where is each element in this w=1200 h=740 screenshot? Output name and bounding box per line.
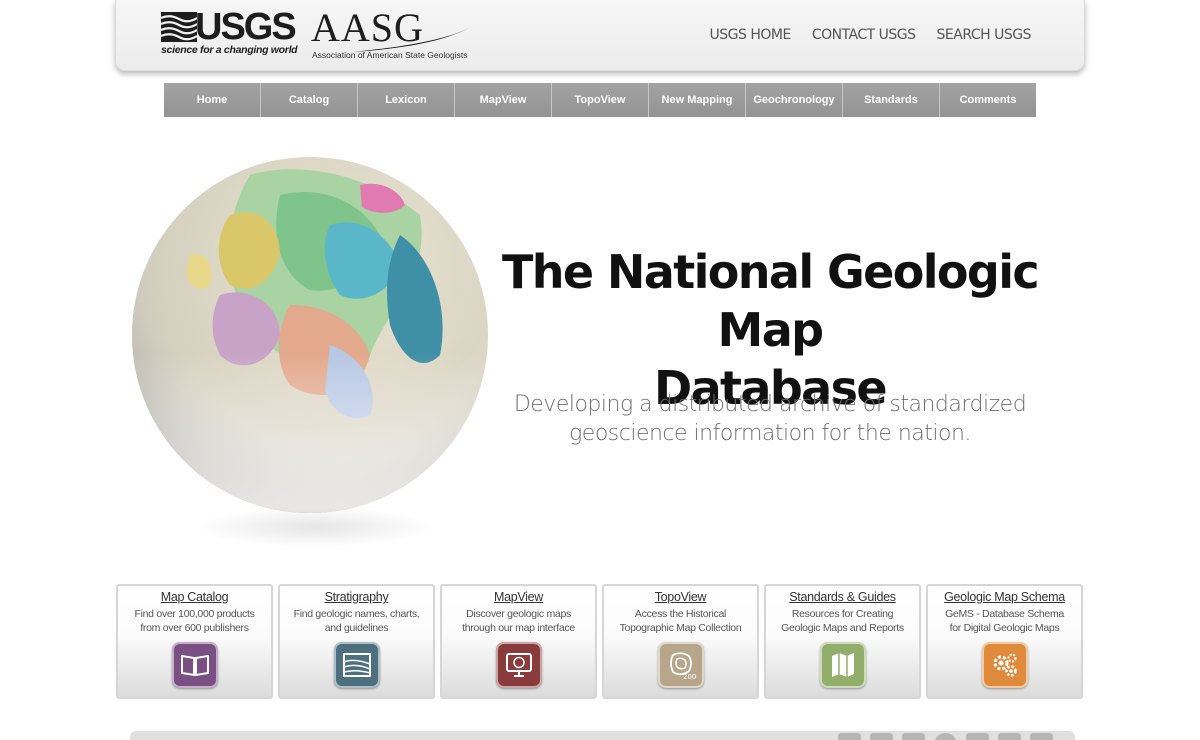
feature-cards: Map Catalog Find over 100,000 products f… — [116, 584, 1083, 699]
globe-icon — [132, 157, 488, 513]
card-mapview[interactable]: MapView Discover geologic maps through o… — [440, 584, 597, 699]
subtitle-line-2: geoscience information for the nation. — [569, 421, 971, 446]
card-map-catalog[interactable]: Map Catalog Find over 100,000 products f… — [116, 584, 273, 699]
page-subtitle: Developing a distributed archive of stan… — [490, 390, 1050, 448]
card-desc-line-1: Discover geologic maps — [466, 608, 571, 620]
twitter-icon[interactable] — [902, 733, 925, 740]
card-description: GeMS - Database Schema for Digital Geolo… — [928, 607, 1081, 635]
card-desc-line-2: and guidelines — [324, 622, 389, 634]
card-title[interactable]: Geologic Map Schema — [928, 590, 1081, 604]
subtitle-line-1: Developing a distributed archive of stan… — [513, 392, 1027, 417]
card-description: Find geologic names, charts, and guideli… — [280, 607, 433, 635]
facebook-icon[interactable] — [870, 733, 893, 740]
aasg-logo[interactable]: AASG Association of American State Geolo… — [311, 5, 476, 63]
card-desc-line-1: Access the Historical — [634, 608, 727, 620]
card-description: Resources for Creating Geologic Maps and… — [766, 607, 919, 635]
usgs-wave-icon — [161, 12, 197, 42]
email-icon[interactable] — [838, 733, 861, 740]
nav-home[interactable]: Home — [164, 83, 261, 117]
card-title[interactable]: Standards & Guides — [766, 590, 919, 604]
card-stratigraphy[interactable]: Stratigraphy Find geologic names, charts… — [278, 584, 435, 699]
nav-comments[interactable]: Comments — [940, 83, 1036, 117]
strata-icon[interactable] — [334, 642, 380, 688]
usgs-wordmark: USGS — [195, 6, 297, 48]
title-line-1: The National Geologic Map — [501, 245, 1040, 357]
search-usgs-link[interactable]: SEARCH USGS — [937, 27, 1032, 43]
social-links — [838, 733, 1053, 740]
folded-map-icon[interactable] — [820, 642, 866, 688]
card-desc-line-1: Resources for Creating — [791, 608, 894, 620]
youtube-icon[interactable] — [998, 733, 1021, 740]
card-description: Find over 100,000 products from over 600… — [118, 607, 271, 635]
card-desc-line-1: GeMS - Database Schema — [945, 608, 1064, 620]
card-geologic-map-schema[interactable]: Geologic Map Schema GeMS - Database Sche… — [926, 584, 1083, 699]
gears-icon[interactable] — [982, 642, 1028, 688]
usgs-logo[interactable]: USGS science for a changing world — [161, 6, 298, 60]
card-title[interactable]: Map Catalog — [118, 590, 271, 604]
card-topoview[interactable]: TopoView Access the Historical Topograph… — [602, 584, 759, 699]
site-header: USGS science for a changing world AASG A… — [115, 0, 1085, 71]
card-description: Discover geologic maps through our map i… — [442, 607, 595, 635]
book-icon[interactable] — [172, 642, 218, 688]
card-title[interactable]: Stratigraphy — [280, 590, 433, 604]
card-desc-line-2: for Digital Geologic Maps — [949, 622, 1060, 634]
nav-new-mapping[interactable]: New Mapping — [649, 83, 746, 117]
topo-2000-icon[interactable]: 2000 — [658, 642, 704, 688]
card-standards-guides[interactable]: Standards & Guides Resources for Creatin… — [764, 584, 921, 699]
geologic-globe-image — [130, 155, 490, 555]
main-nav: Home Catalog Lexicon MapView TopoView Ne… — [164, 83, 1036, 117]
card-desc-line-2: through our map interface — [462, 622, 575, 634]
globe-reflection — [195, 507, 435, 547]
top-links: USGS HOME CONTACT USGS SEARCH USGS — [710, 27, 1032, 43]
card-title[interactable]: TopoView — [604, 590, 757, 604]
nav-standards[interactable]: Standards — [843, 83, 940, 117]
map-monitor-icon[interactable] — [496, 642, 542, 688]
usgs-tagline: science for a changing world — [161, 44, 298, 56]
pinterest-icon[interactable] — [934, 733, 957, 740]
card-desc-line-2: Topographic Map Collection — [619, 622, 742, 634]
instagram-icon[interactable] — [1030, 733, 1053, 740]
card-desc-line-1: Find over 100,000 products — [134, 608, 255, 620]
nav-catalog[interactable]: Catalog — [261, 83, 358, 117]
flickr-icon[interactable] — [966, 733, 989, 740]
nav-topoview[interactable]: TopoView — [552, 83, 649, 117]
card-desc-line-2: from over 600 publishers — [140, 622, 249, 634]
card-desc-line-2: Geologic Maps and Reports — [781, 622, 904, 634]
nav-geochronology[interactable]: Geochronology — [746, 83, 843, 117]
card-title[interactable]: MapView — [442, 590, 595, 604]
topo-2000-text: 2000 — [683, 673, 697, 681]
card-description: Access the Historical Topographic Map Co… — [604, 607, 757, 635]
nav-lexicon[interactable]: Lexicon — [358, 83, 455, 117]
aasg-tagline: Association of American State Geologists — [312, 50, 468, 60]
usgs-home-link[interactable]: USGS HOME — [710, 27, 792, 43]
card-desc-line-1: Find geologic names, charts, — [293, 608, 420, 620]
nav-mapview[interactable]: MapView — [455, 83, 552, 117]
contact-usgs-link[interactable]: CONTACT USGS — [812, 27, 916, 43]
